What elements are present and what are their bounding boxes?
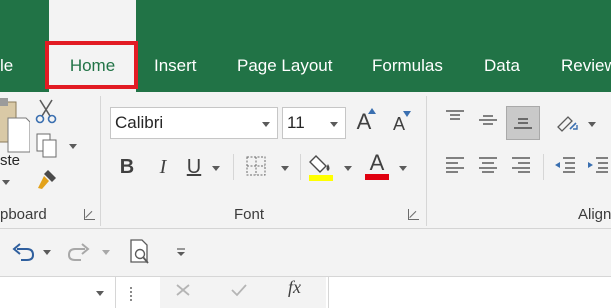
fill-color-icon[interactable] <box>308 150 336 182</box>
quick-access-toolbar <box>0 229 611 276</box>
cancel-icon[interactable] <box>174 283 192 297</box>
middle-align-icon[interactable] <box>475 110 501 130</box>
font-color-button[interactable]: A <box>364 148 390 182</box>
alignment-separator <box>543 154 544 180</box>
increase-font-size-button[interactable]: A <box>352 106 376 138</box>
undo-dropdown-arrow[interactable] <box>43 250 51 255</box>
bold-button[interactable]: B <box>114 152 140 182</box>
underline-dropdown-arrow[interactable] <box>212 166 220 171</box>
paste-icon[interactable] <box>0 96 30 158</box>
enter-check-icon[interactable] <box>230 283 248 297</box>
redo-dropdown-arrow[interactable] <box>102 250 110 255</box>
alignment-group-label: Align <box>578 206 611 223</box>
ribbon-tab-bar: le Home Insert Page Layout Formulas Data… <box>0 0 611 92</box>
name-box[interactable] <box>0 277 116 308</box>
print-preview-icon[interactable] <box>126 237 154 267</box>
top-align-icon[interactable] <box>442 106 468 126</box>
underline-button[interactable]: U <box>183 152 205 182</box>
align-center-icon[interactable] <box>475 154 501 176</box>
font-separator <box>233 154 234 180</box>
align-right-icon[interactable] <box>508 154 534 176</box>
increase-indent-icon[interactable] <box>585 154 611 176</box>
ribbon: ste pboard Calibri 11 A A B I U A Font A… <box>0 92 611 229</box>
format-painter-icon[interactable] <box>34 166 60 192</box>
orientation-dropdown-arrow[interactable] <box>588 122 596 127</box>
paste-dropdown-arrow[interactable] <box>2 180 10 185</box>
copy-icon[interactable] <box>34 132 60 160</box>
decrease-font-size-button[interactable]: A <box>387 110 411 138</box>
tab-formulas[interactable]: Formulas <box>372 0 443 92</box>
formula-bar-grip[interactable] <box>130 287 134 301</box>
font-size-value: 11 <box>287 113 305 132</box>
tab-page-layout[interactable]: Page Layout <box>237 0 332 92</box>
insert-function-button[interactable]: fx <box>288 277 301 298</box>
formula-bar: fx <box>0 276 611 308</box>
font-color-dropdown-arrow[interactable] <box>399 166 407 171</box>
clipboard-launcher-icon[interactable] <box>84 209 95 220</box>
tab-insert[interactable]: Insert <box>154 0 197 92</box>
formula-buttons: fx <box>160 277 326 308</box>
customize-toolbar-icon[interactable] <box>174 243 188 263</box>
font-size-select[interactable]: 11 <box>282 107 346 139</box>
chevron-down-icon <box>330 122 338 127</box>
orientation-icon[interactable] <box>553 110 581 136</box>
bottom-align-button[interactable] <box>506 106 540 140</box>
align-left-icon[interactable] <box>442 154 468 176</box>
chevron-down-icon <box>262 122 270 127</box>
tab-file[interactable]: le <box>0 0 13 92</box>
font-name-select[interactable]: Calibri <box>110 107 278 139</box>
formula-input[interactable] <box>328 277 611 308</box>
group-separator <box>100 96 101 226</box>
name-box-dropdown-arrow[interactable] <box>96 291 104 296</box>
font-color-swatch <box>365 174 389 180</box>
redo-icon[interactable] <box>64 239 92 265</box>
borders-dropdown-arrow[interactable] <box>281 166 289 171</box>
borders-icon[interactable] <box>244 154 268 178</box>
font-group-label: Font <box>234 206 265 223</box>
fill-color-dropdown-arrow[interactable] <box>344 166 352 171</box>
clipboard-group-label: pboard <box>0 206 47 223</box>
home-tab-highlight-box <box>45 41 138 89</box>
tab-review[interactable]: Review <box>561 0 611 92</box>
paste-label[interactable]: ste <box>0 152 20 169</box>
group-separator <box>426 96 427 226</box>
font-separator <box>300 154 301 180</box>
cut-icon[interactable] <box>34 98 58 124</box>
font-launcher-icon[interactable] <box>408 209 419 220</box>
font-color-glyph: A <box>369 150 385 175</box>
font-name-value: Calibri <box>115 113 164 132</box>
undo-icon[interactable] <box>10 239 38 265</box>
copy-dropdown-arrow[interactable] <box>69 144 77 149</box>
italic-button[interactable]: I <box>152 152 174 182</box>
decrease-indent-icon[interactable] <box>552 154 578 176</box>
tab-data[interactable]: Data <box>484 0 520 92</box>
